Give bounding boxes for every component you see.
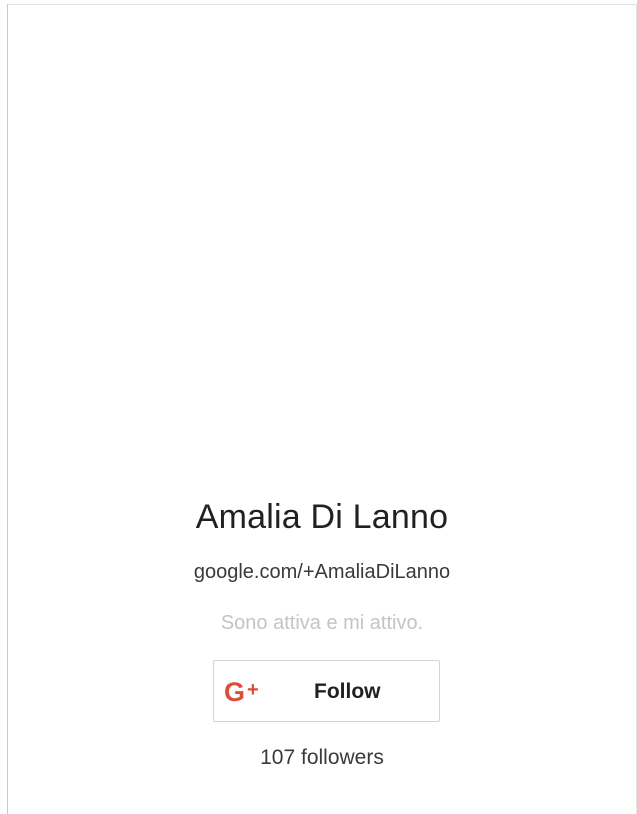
profile-name: Amalia Di Lanno bbox=[195, 498, 449, 536]
profile-url-link[interactable]: google.com/+AmaliaDiLanno bbox=[8, 561, 636, 584]
google-plus-icon: G + bbox=[224, 678, 259, 706]
profile-tagline: Sono attiva e mi attivo. bbox=[220, 612, 424, 634]
google-plus-plus-glyph: + bbox=[247, 679, 259, 701]
followers-count: 107 followers bbox=[260, 746, 384, 769]
cover-image bbox=[8, 5, 636, 485]
profile-card: Amalia Di Lanno google.com/+AmaliaDiLann… bbox=[7, 4, 637, 814]
google-plus-g-glyph: G bbox=[224, 677, 246, 707]
follow-button-label: Follow bbox=[314, 680, 381, 703]
follow-button[interactable]: G + Follow bbox=[213, 660, 440, 722]
